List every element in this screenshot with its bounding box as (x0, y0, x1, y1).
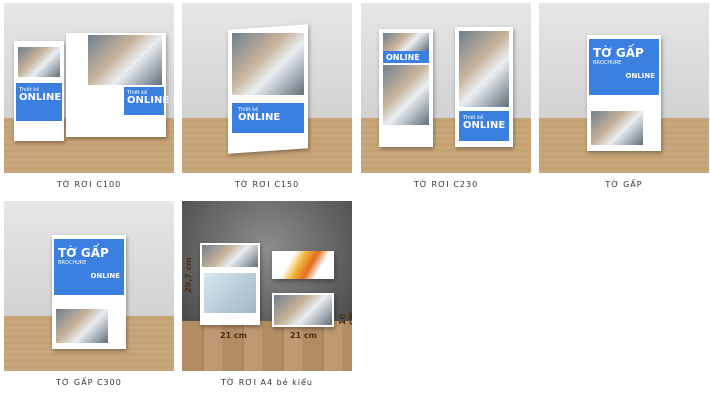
product-card-c150[interactable]: Thiết kế ONLINE TỜ RƠI C150 (182, 3, 352, 189)
thumb-text: BROCHURE (593, 60, 622, 66)
product-image-c150[interactable]: Thiết kế ONLINE (182, 3, 352, 173)
thumb-text: BROCHURE (58, 260, 87, 266)
product-card-a4[interactable]: 29,7 cm 21 cm 21 cm 10 cm TỜ RƠI A4 bẻ k… (182, 201, 352, 387)
thumb-text: ONLINE (463, 120, 506, 131)
product-caption[interactable]: TỜ GẤP (539, 180, 709, 189)
dimension-label: 10 cm (338, 311, 352, 325)
dimension-label: 21 cm (290, 331, 317, 340)
product-caption[interactable]: TỜ RƠI C100 (4, 180, 174, 189)
product-image-a4[interactable]: 29,7 cm 21 cm 21 cm 10 cm (182, 201, 352, 371)
product-card-gap-c300[interactable]: TỜ GẤP BROCHURE ONLINE TỜ GẤP C300 (4, 201, 174, 387)
product-card-c100[interactable]: Thiết kế ONLINE Thiết kế ONLINE TỜ RƠI C… (4, 3, 174, 189)
product-card-c230[interactable]: ONLINE Thiết kế ONLINE TỜ RƠI C230 (361, 3, 531, 189)
thumb-text: ONLINE (19, 92, 62, 103)
product-image-c230[interactable]: ONLINE Thiết kế ONLINE (361, 3, 531, 173)
product-image-c100[interactable]: Thiết kế ONLINE Thiết kế ONLINE (4, 3, 174, 173)
product-caption[interactable]: TỜ RƠI A4 bẻ kiểu (182, 378, 352, 387)
thumb-text: ONLINE (386, 53, 420, 62)
dimension-label: 21 cm (220, 331, 247, 340)
thumb-text: ONLINE (127, 95, 170, 106)
product-card-to-gap[interactable]: TỜ GẤP BROCHURE ONLINE TỜ GẤP (539, 3, 709, 189)
thumb-text: TỜ GẤP (593, 46, 644, 60)
product-image-to-gap[interactable]: TỜ GẤP BROCHURE ONLINE (539, 3, 709, 173)
product-caption[interactable]: TỜ RƠI C150 (182, 180, 352, 189)
product-image-gap-c300[interactable]: TỜ GẤP BROCHURE ONLINE (4, 201, 174, 371)
dimension-label: 29,7 cm (184, 257, 193, 293)
thumb-text: ONLINE (90, 272, 120, 280)
product-caption[interactable]: TỜ GẤP C300 (4, 378, 174, 387)
thumb-text: ONLINE (625, 72, 655, 80)
product-caption[interactable]: TỜ RƠI C230 (361, 180, 531, 189)
thumb-text: TỜ GẤP (58, 246, 109, 260)
thumb-text: ONLINE (238, 112, 281, 123)
